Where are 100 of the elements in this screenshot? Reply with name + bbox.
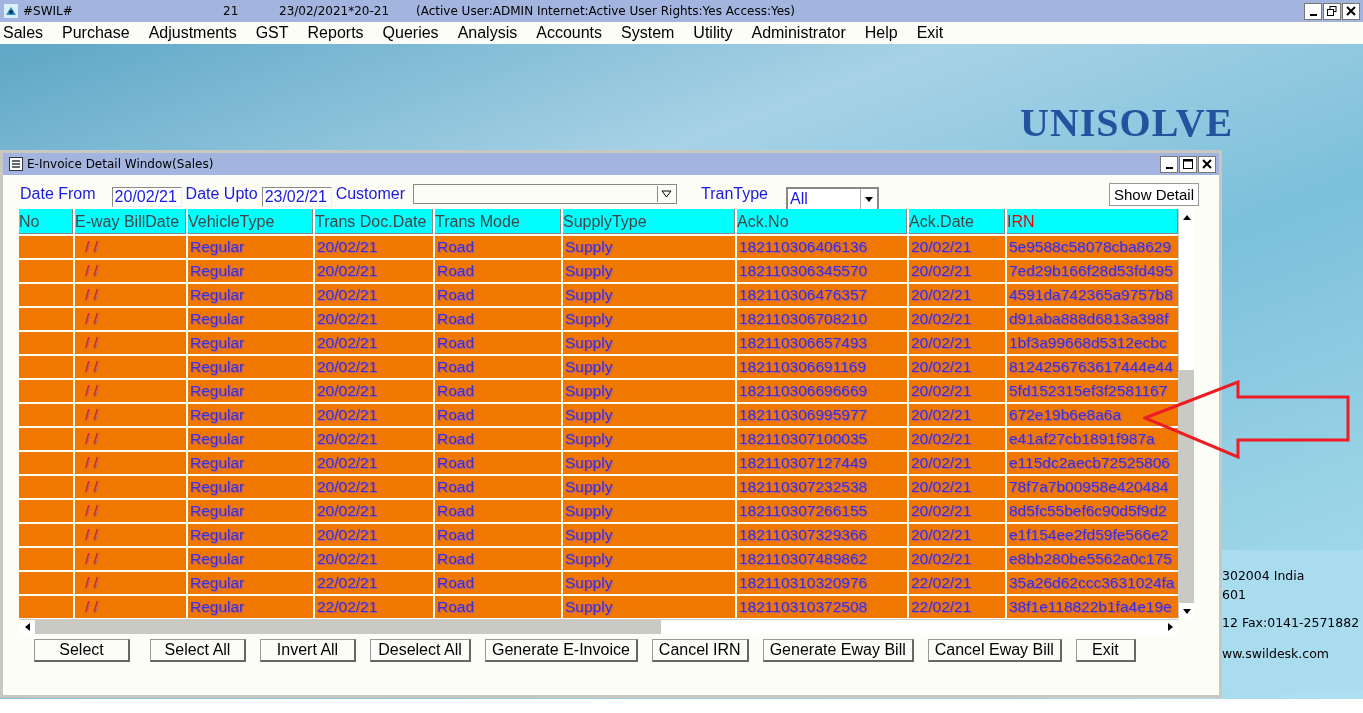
- menu-item[interactable]: Analysis: [454, 24, 524, 42]
- mode-cell: Road: [435, 452, 561, 474]
- eway-date-cell: / /: [75, 476, 186, 498]
- vehicle-cell: Regular: [188, 284, 313, 306]
- vehicle-cell: Regular: [188, 308, 313, 330]
- column-header[interactable]: No: [19, 209, 73, 234]
- dialog-title: E-Invoice Detail Window(Sales): [27, 157, 215, 171]
- vehicle-cell: Regular: [188, 428, 313, 450]
- menu-item[interactable]: Administrator: [748, 24, 852, 42]
- menu-item[interactable]: Accounts: [533, 24, 608, 42]
- company-logo-text: UNISOLVE: [1020, 99, 1234, 146]
- session-date: 23/02/2021*20-21: [279, 4, 391, 18]
- eway-date-cell: / /: [75, 500, 186, 522]
- ack-no-cell: 182110307266155: [737, 500, 907, 522]
- column-header[interactable]: Ack.No: [737, 209, 907, 234]
- supply-cell: Supply: [563, 572, 735, 594]
- vertical-scrollbar[interactable]: [1178, 209, 1194, 619]
- mode-cell: Road: [435, 548, 561, 570]
- vehicle-cell: Regular: [188, 548, 313, 570]
- ack-no-cell: 182110306406136: [737, 236, 907, 258]
- action-button[interactable]: Generate Eway Bill: [762, 639, 914, 662]
- vehicle-cell: Regular: [188, 524, 313, 546]
- date-from-field[interactable]: 20/02/21: [111, 187, 182, 207]
- scroll-right-arrow-icon: [1167, 623, 1173, 631]
- irn-cell: 8d5fc55bef6c90d5f9d2: [1007, 500, 1178, 522]
- vehicle-cell: Regular: [188, 572, 313, 594]
- supply-cell: Supply: [563, 308, 735, 330]
- address-line: 12 Fax:0141-2571882: [1222, 615, 1360, 632]
- irn-cell: 1bf3a99668d5312ecbc: [1007, 332, 1178, 354]
- menu-item[interactable]: Exit: [913, 24, 950, 42]
- column-header[interactable]: Ack.Date: [909, 209, 1005, 234]
- field-label: Date From: [20, 185, 96, 203]
- menu-item[interactable]: Utility: [690, 24, 739, 42]
- minimize-icon: [1165, 167, 1173, 169]
- doc-date-cell: 20/02/21: [315, 308, 433, 330]
- vehicle-cell: Regular: [188, 500, 313, 522]
- menu-item[interactable]: System: [618, 24, 681, 42]
- vehicle-cell: Regular: [188, 356, 313, 378]
- ack-date-cell: 20/02/21: [909, 236, 1005, 258]
- column-header[interactable]: Trans Doc.Date: [315, 209, 433, 234]
- supply-cell: Supply: [563, 380, 735, 402]
- restore-button[interactable]: [1323, 2, 1341, 20]
- column-header[interactable]: IRN: [1007, 209, 1178, 234]
- minimize-icon: [1309, 14, 1317, 16]
- ack-no-cell: 182110307329366: [737, 524, 907, 546]
- menu-item[interactable]: Adjustments: [145, 24, 243, 42]
- mode-cell: Road: [435, 356, 561, 378]
- ack-no-cell: 182110307127449: [737, 452, 907, 474]
- trantype-dropdown[interactable]: All: [786, 187, 879, 211]
- action-button[interactable]: Deselect All: [370, 639, 471, 662]
- mode-cell: Road: [435, 284, 561, 306]
- no-cell: [19, 260, 73, 282]
- no-cell: [19, 548, 73, 570]
- menu-item[interactable]: Reports: [304, 24, 370, 42]
- mode-cell: Road: [435, 572, 561, 594]
- no-cell: [19, 356, 73, 378]
- ack-date-cell: 22/02/21: [909, 596, 1005, 618]
- eway-date-cell: / /: [75, 332, 186, 354]
- menu-item[interactable]: Help: [861, 24, 904, 42]
- action-button[interactable]: Invert All: [260, 639, 356, 662]
- irn-cell: 78f7a7b00958e420484: [1007, 476, 1178, 498]
- action-button[interactable]: Exit: [1075, 639, 1136, 662]
- menu-item[interactable]: Sales: [0, 24, 50, 42]
- menu-item[interactable]: Purchase: [59, 24, 136, 42]
- column-header[interactable]: VehicleType: [188, 209, 313, 234]
- supply-cell: Supply: [563, 452, 735, 474]
- show-detail-button[interactable]: Show Detail: [1108, 183, 1199, 206]
- customer-dropdown[interactable]: [413, 184, 677, 204]
- restore-icon: [1327, 6, 1337, 16]
- menu-item[interactable]: Queries: [379, 24, 445, 42]
- close-button[interactable]: [1198, 155, 1216, 173]
- column-header[interactable]: Trans Mode: [435, 209, 561, 234]
- minimize-button[interactable]: [1304, 2, 1322, 20]
- scroll-down-arrow-icon: [1182, 608, 1191, 614]
- ack-date-cell: 20/02/21: [909, 404, 1005, 426]
- column-header[interactable]: E-way BillDate: [75, 209, 186, 234]
- date-upto-field[interactable]: 23/02/21: [261, 187, 332, 207]
- column-header[interactable]: SupplyType: [563, 209, 735, 234]
- ack-date-cell: 20/02/21: [909, 380, 1005, 402]
- mode-cell: Road: [435, 428, 561, 450]
- action-button[interactable]: Cancel Eway Bill: [927, 639, 1062, 662]
- no-cell: [19, 380, 73, 402]
- action-button[interactable]: Generate E-Invoice: [485, 639, 638, 662]
- window-menu-icon[interactable]: [9, 157, 23, 171]
- action-button[interactable]: Select: [34, 639, 130, 662]
- menu-item[interactable]: GST: [252, 24, 295, 42]
- action-button[interactable]: Select All: [150, 639, 246, 662]
- dropdown-arrow-icon: [661, 190, 673, 198]
- vehicle-cell: Regular: [188, 596, 313, 618]
- maximize-button[interactable]: [1179, 155, 1197, 173]
- minimize-button[interactable]: [1160, 155, 1178, 173]
- close-icon: [1202, 159, 1212, 169]
- close-button[interactable]: [1342, 2, 1360, 20]
- close-icon: [1346, 6, 1356, 16]
- doc-date-cell: 20/02/21: [315, 380, 433, 402]
- action-button[interactable]: Cancel IRN: [651, 639, 749, 662]
- ack-date-cell: 20/02/21: [909, 428, 1005, 450]
- vehicle-cell: Regular: [188, 236, 313, 258]
- doc-date-cell: 20/02/21: [315, 428, 433, 450]
- horizontal-scrollbar[interactable]: [19, 619, 1178, 634]
